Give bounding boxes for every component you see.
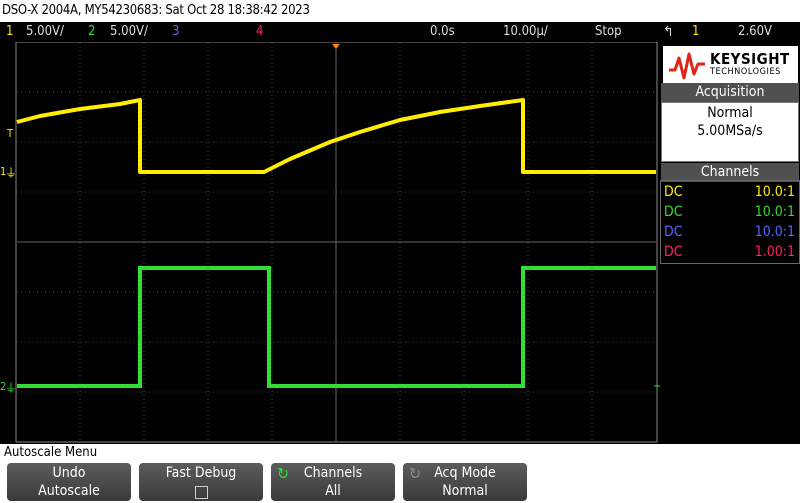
softkey-label: Channels xyxy=(303,465,363,481)
trigger-level[interactable]: 2.60V xyxy=(738,22,772,42)
keysight-wave-icon xyxy=(669,52,705,80)
checkbox-icon xyxy=(194,485,208,499)
time-scale[interactable]: 10.00µ/ xyxy=(503,22,548,42)
brand-name: KEYSIGHT xyxy=(710,50,790,68)
acquisition-header: Acquisition xyxy=(661,83,799,102)
acquisition-panel[interactable]: Normal 5.00MSa/s xyxy=(661,102,799,162)
ground-icon: ⏚ xyxy=(5,381,18,395)
window-title: DSO-X 2004A, MY54230683: Sat Oct 28 18:3… xyxy=(0,0,800,22)
ground-icon: ⏚ xyxy=(5,166,18,180)
softkey-label: Autoscale xyxy=(38,483,100,499)
softkey-label: Undo xyxy=(52,465,86,481)
trigger-edge-icon: ↰ xyxy=(663,24,674,40)
waveform-display[interactable] xyxy=(0,42,660,444)
menu-title: Autoscale Menu xyxy=(0,444,800,462)
softkey-label: All xyxy=(325,483,341,499)
channels-button[interactable]: ↻ Channels All xyxy=(271,463,395,501)
status-bar: 1 5.00V/ 2 5.00V/ 3 4 0.0s 10.00µ/ Stop … xyxy=(0,22,800,42)
ch4-number[interactable]: 4 xyxy=(256,22,263,42)
ch3-number[interactable]: 3 xyxy=(172,22,179,42)
sample-rate: 5.00MSa/s xyxy=(697,123,763,139)
ch1-number[interactable]: 1 xyxy=(6,22,13,42)
brand-subtitle: TECHNOLOGIES xyxy=(710,67,781,77)
undo-autoscale-button[interactable]: Undo Autoscale xyxy=(7,463,131,501)
softkey-label: Acq Mode xyxy=(434,465,496,481)
acquisition-mode: Normal xyxy=(707,105,753,121)
fast-debug-button[interactable]: Fast Debug xyxy=(139,463,263,501)
acq-mode-button[interactable]: ↻ Acq Mode Normal xyxy=(403,463,527,501)
softkey-label: Normal xyxy=(442,483,488,499)
keysight-logo: KEYSIGHT TECHNOLOGIES xyxy=(663,46,798,84)
softkey-label: Fast Debug xyxy=(165,465,237,481)
run-state[interactable]: Stop xyxy=(595,22,622,42)
trigger-source[interactable]: 1 xyxy=(692,22,699,42)
ch2-scale[interactable]: 5.00V/ xyxy=(110,22,148,42)
trigger-level-marker[interactable]: T xyxy=(7,128,13,139)
ch2-number[interactable]: 2 xyxy=(88,22,95,42)
ch1-scale[interactable]: 5.00V/ xyxy=(26,22,64,42)
time-delay[interactable]: 0.0s xyxy=(430,22,455,42)
channels-panel-frame xyxy=(660,180,800,264)
